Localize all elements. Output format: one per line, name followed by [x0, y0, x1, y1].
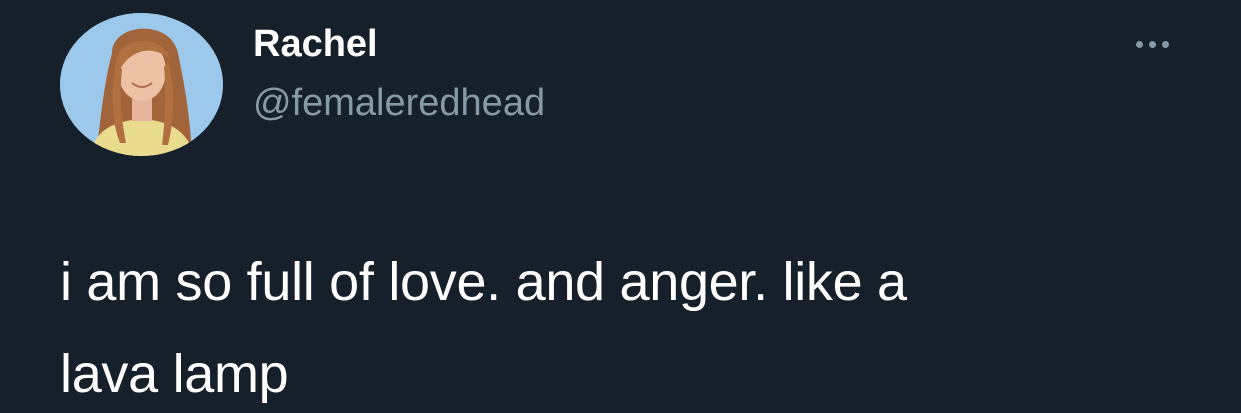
tweet-card: Rachel @femaleredhead i am so full of lo… [0, 0, 1241, 413]
user-handle[interactable]: @femaleredhead [253, 81, 545, 125]
more-dot-icon [1161, 40, 1169, 48]
more-dot-icon [1148, 40, 1156, 48]
tweet-text-line: lava lamp [60, 344, 289, 404]
more-dot-icon [1135, 40, 1143, 48]
avatar-photo-icon [60, 13, 223, 156]
display-name[interactable]: Rachel [253, 22, 378, 66]
tweet-text-line: i am so full of love. and anger. like a [60, 252, 907, 312]
tweet-text: i am so full of love. and anger. like a … [60, 236, 1180, 413]
more-options-button[interactable] [1124, 30, 1180, 58]
avatar[interactable] [60, 13, 223, 156]
